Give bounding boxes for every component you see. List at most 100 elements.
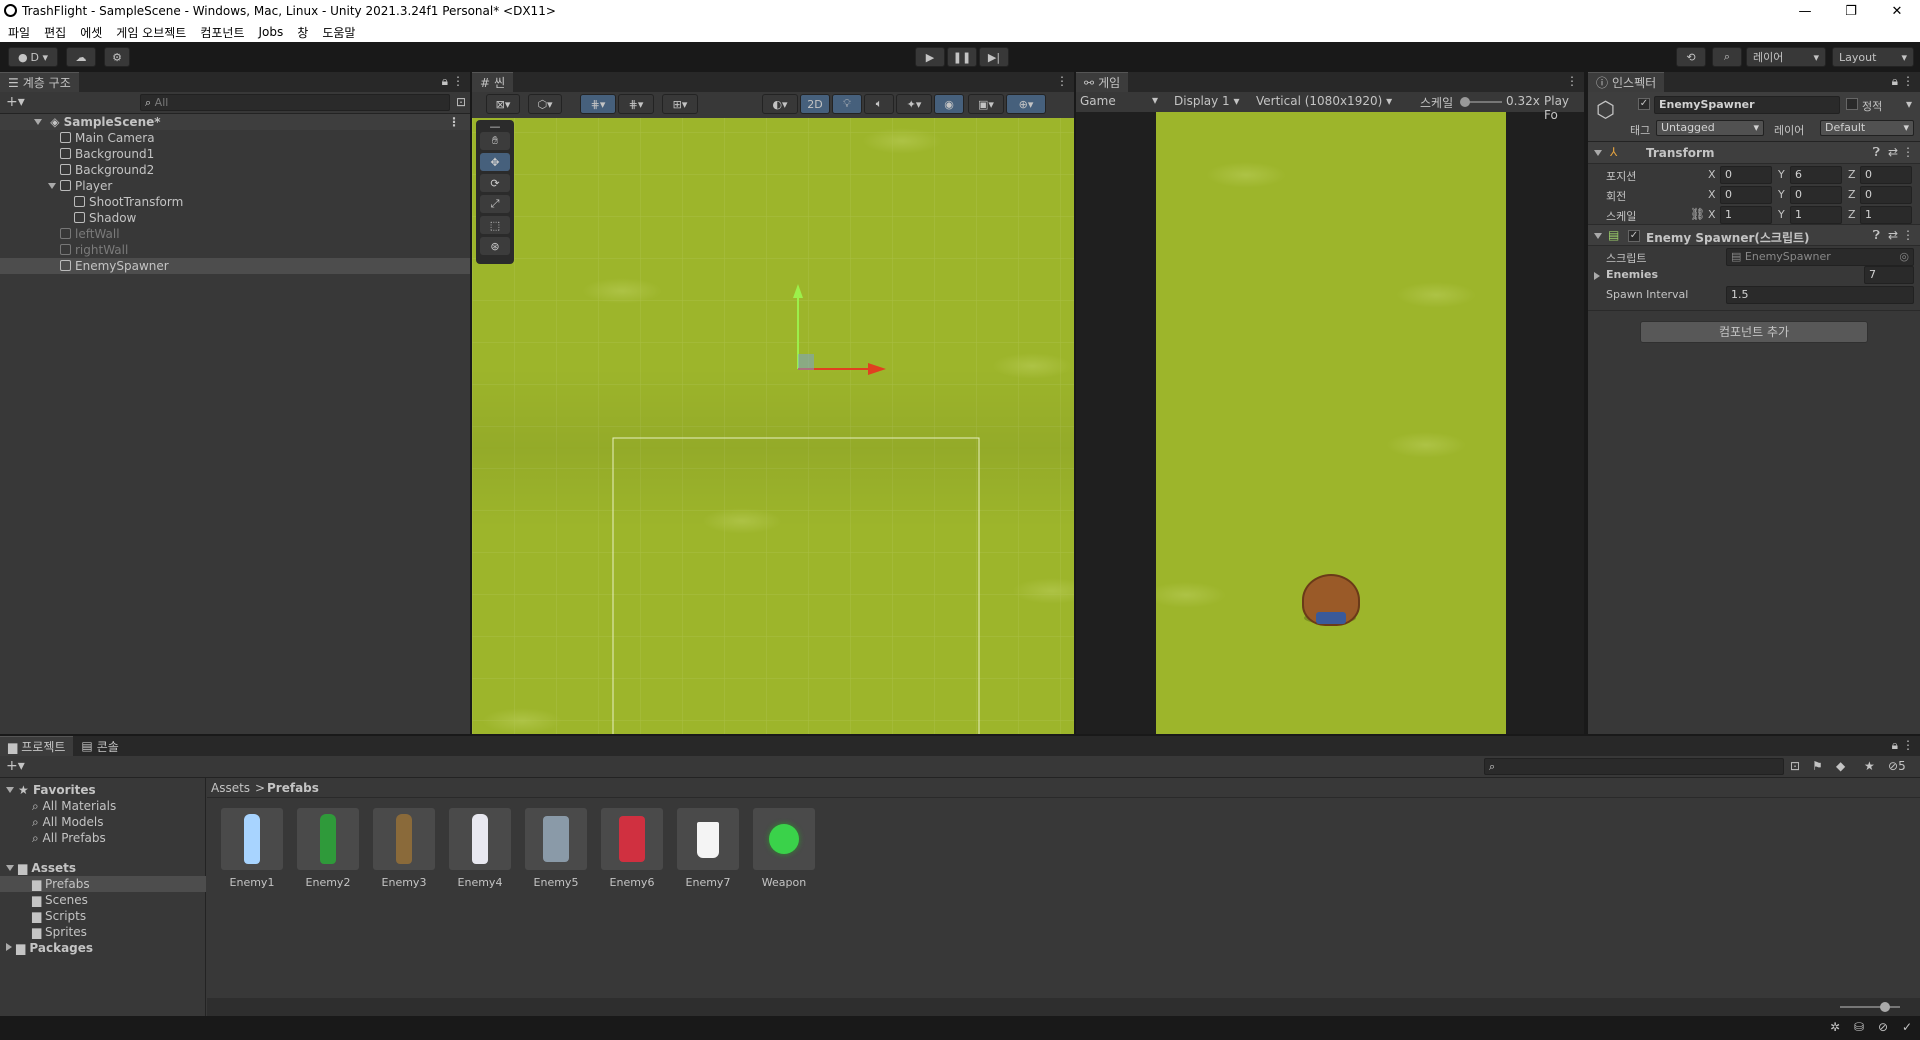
layout-dropdown[interactable]: Layout ▾ [1832, 47, 1914, 67]
help-icon[interactable]: ❓︎ [1873, 228, 1880, 243]
transform-rotation-x-input[interactable]: 0 [1720, 186, 1772, 204]
axis-label-x[interactable]: X [1708, 168, 1716, 181]
cloud-button[interactable]: ☁ [66, 47, 96, 67]
add-component-button[interactable]: 컴포넌트 추가 [1640, 321, 1868, 343]
expand-arrow-icon[interactable] [6, 787, 14, 793]
hierarchy-item[interactable]: Shadow [0, 210, 470, 226]
enemies-size-input[interactable]: 7 [1864, 266, 1914, 284]
bug-icon[interactable]: ✲ [1830, 1020, 1840, 1034]
shading-dropdown[interactable]: ⬡▾ [528, 94, 562, 114]
tab-console[interactable]: ▤ 콘솔 [73, 736, 127, 756]
hierarchy-item[interactable]: Background1 [0, 146, 470, 162]
foldout-arrow-icon[interactable] [1594, 150, 1602, 156]
axis-label-z[interactable]: Z [1848, 208, 1856, 221]
foldout-arrow-icon[interactable] [1594, 272, 1600, 280]
menu-assets[interactable]: 에셋 [80, 24, 102, 41]
more-icon[interactable]: ⋮ [1056, 74, 1068, 88]
tab-scene[interactable]: # 씬 [472, 72, 514, 92]
breadcrumb-assets[interactable]: Assets [211, 781, 250, 795]
step-button[interactable]: ▶| [979, 47, 1009, 67]
gizmos-button[interactable]: ⊕▾ [1006, 94, 1046, 114]
more-icon[interactable]: ⋮ [1902, 738, 1914, 752]
tag-icon[interactable]: ◆ [1836, 759, 1845, 773]
menu-edit[interactable]: 편집 [44, 24, 66, 41]
palette-handle[interactable]: — [480, 120, 510, 133]
plane-handle[interactable] [798, 354, 814, 370]
scale-slider-thumb[interactable] [1460, 97, 1470, 107]
play-button[interactable]: ▶ [915, 47, 945, 67]
transform-position-y-input[interactable]: 6 [1790, 166, 1842, 184]
chevron-down-icon[interactable]: ▾ [1906, 97, 1912, 111]
menu-file[interactable]: 파일 [8, 24, 30, 41]
hierarchy-search-input[interactable]: ⌕ All [140, 94, 450, 111]
assets-folder-row[interactable]: ▆ Assets [0, 860, 76, 876]
asset-item[interactable]: Enemy1 [221, 808, 283, 889]
hierarchy-item[interactable]: Player [0, 178, 470, 194]
constrain-proportions-icon[interactable]: ⛓ [1690, 207, 1705, 221]
rect-tool-button[interactable]: ⬚ [480, 216, 510, 234]
transform-tool-button[interactable]: ⊛ [480, 237, 510, 255]
favorite-item[interactable]: ⌕ All Materials [0, 798, 116, 814]
menu-help[interactable]: 도움말 [322, 24, 355, 41]
game-viewport[interactable] [1156, 112, 1506, 734]
display-dropdown[interactable]: Display 1 ▾ [1174, 94, 1240, 108]
lighting-button[interactable]: 💡︎ [832, 94, 862, 114]
help-icon[interactable]: ❓︎ [1873, 145, 1880, 160]
render-mode-button[interactable]: ◐▾ [762, 94, 798, 114]
folder-item-sprites[interactable]: ▆ Sprites [0, 924, 87, 940]
more-icon[interactable]: ⋮ [1902, 228, 1914, 242]
transform-position-x-input[interactable]: 0 [1720, 166, 1772, 184]
play-focus-dropdown[interactable]: Play Fo [1544, 94, 1584, 122]
audio-button[interactable]: 🔈︎ [864, 94, 894, 114]
create-button[interactable]: +▾ [6, 758, 25, 774]
menu-jobs[interactable]: Jobs [259, 25, 284, 39]
enemies-label[interactable]: Enemies [1606, 268, 1658, 281]
scene-viewport[interactable] [472, 118, 1074, 734]
asset-item[interactable]: Enemy7 [677, 808, 739, 889]
icon-size-slider[interactable] [1840, 1002, 1900, 1012]
preset-icon[interactable]: ⇄ [1888, 228, 1898, 242]
expand-arrow-icon[interactable] [48, 183, 56, 189]
transform-scale-z-input[interactable]: 1 [1860, 206, 1912, 224]
folder-item-scenes[interactable]: ▆ Scenes [0, 892, 88, 908]
folder-item-scripts[interactable]: ▆ Scripts [0, 908, 86, 924]
transform-position-z-input[interactable]: 0 [1860, 166, 1912, 184]
account-dropdown[interactable]: ● D ▾ [8, 47, 58, 67]
lock-icon[interactable]: 🔒︎ [442, 74, 448, 89]
history-button[interactable]: ⟲ [1676, 47, 1706, 67]
increment-snap-button[interactable]: ⊞▾ [662, 94, 698, 114]
grid-snap-button[interactable]: ⋕▾ [580, 94, 616, 114]
close-button[interactable]: ✕ [1874, 0, 1920, 22]
tab-hierarchy[interactable]: ☰ 계층 구조 [0, 72, 79, 92]
more-icon[interactable]: ⋮ [1902, 74, 1914, 88]
effects-button[interactable]: ✦▾ [896, 94, 932, 114]
active-checkbox[interactable]: ✓ [1638, 98, 1650, 110]
favorite-item[interactable]: ⌕ All Prefabs [0, 830, 106, 846]
menu-window[interactable]: 창 [297, 24, 308, 41]
script-component-header[interactable]: ▤ ✓ Enemy Spawner(스크립트) ❓︎ ⇄ ⋮ [1588, 224, 1920, 246]
network-icon[interactable]: ⊘ [1878, 1020, 1888, 1034]
asset-item[interactable]: Enemy2 [297, 808, 359, 889]
project-search-input[interactable]: ⌕ [1484, 758, 1784, 775]
lock-icon[interactable]: 🔒︎ [1892, 74, 1898, 89]
search-by-label-icon[interactable]: ⚑ [1812, 759, 1823, 773]
more-icon[interactable]: ⋮ [1566, 74, 1578, 88]
asset-item[interactable]: Enemy3 [373, 808, 435, 889]
scene-row[interactable]: ◈ SampleScene* ⋮ [0, 114, 470, 130]
more-icon[interactable]: ⋮ [448, 114, 460, 130]
layer-dropdown[interactable]: Default ▾ [1820, 120, 1914, 136]
hierarchy-item[interactable]: EnemySpawner [0, 258, 470, 274]
axis-label-z[interactable]: Z [1848, 188, 1856, 201]
folder-item-prefabs[interactable]: ▆ Prefabs [0, 876, 206, 892]
transform-header[interactable]: ⅄ Transform ❓︎ ⇄ ⋮ [1588, 142, 1920, 164]
axis-label-y[interactable]: Y [1778, 168, 1785, 181]
expand-arrow-icon[interactable] [34, 119, 42, 125]
axis-label-y[interactable]: Y [1778, 188, 1785, 201]
menu-component[interactable]: 컴포넌트 [200, 24, 244, 41]
menu-gameobject[interactable]: 게임 오브젝트 [116, 24, 186, 41]
hierarchy-item[interactable]: Background2 [0, 162, 470, 178]
grid-visibility-button[interactable]: ⋕▾ [618, 94, 654, 114]
cache-icon[interactable]: ⛁ [1854, 1020, 1864, 1034]
search-button[interactable]: ⌕ [1712, 47, 1742, 67]
icon-size-slider-thumb[interactable] [1880, 1002, 1890, 1012]
